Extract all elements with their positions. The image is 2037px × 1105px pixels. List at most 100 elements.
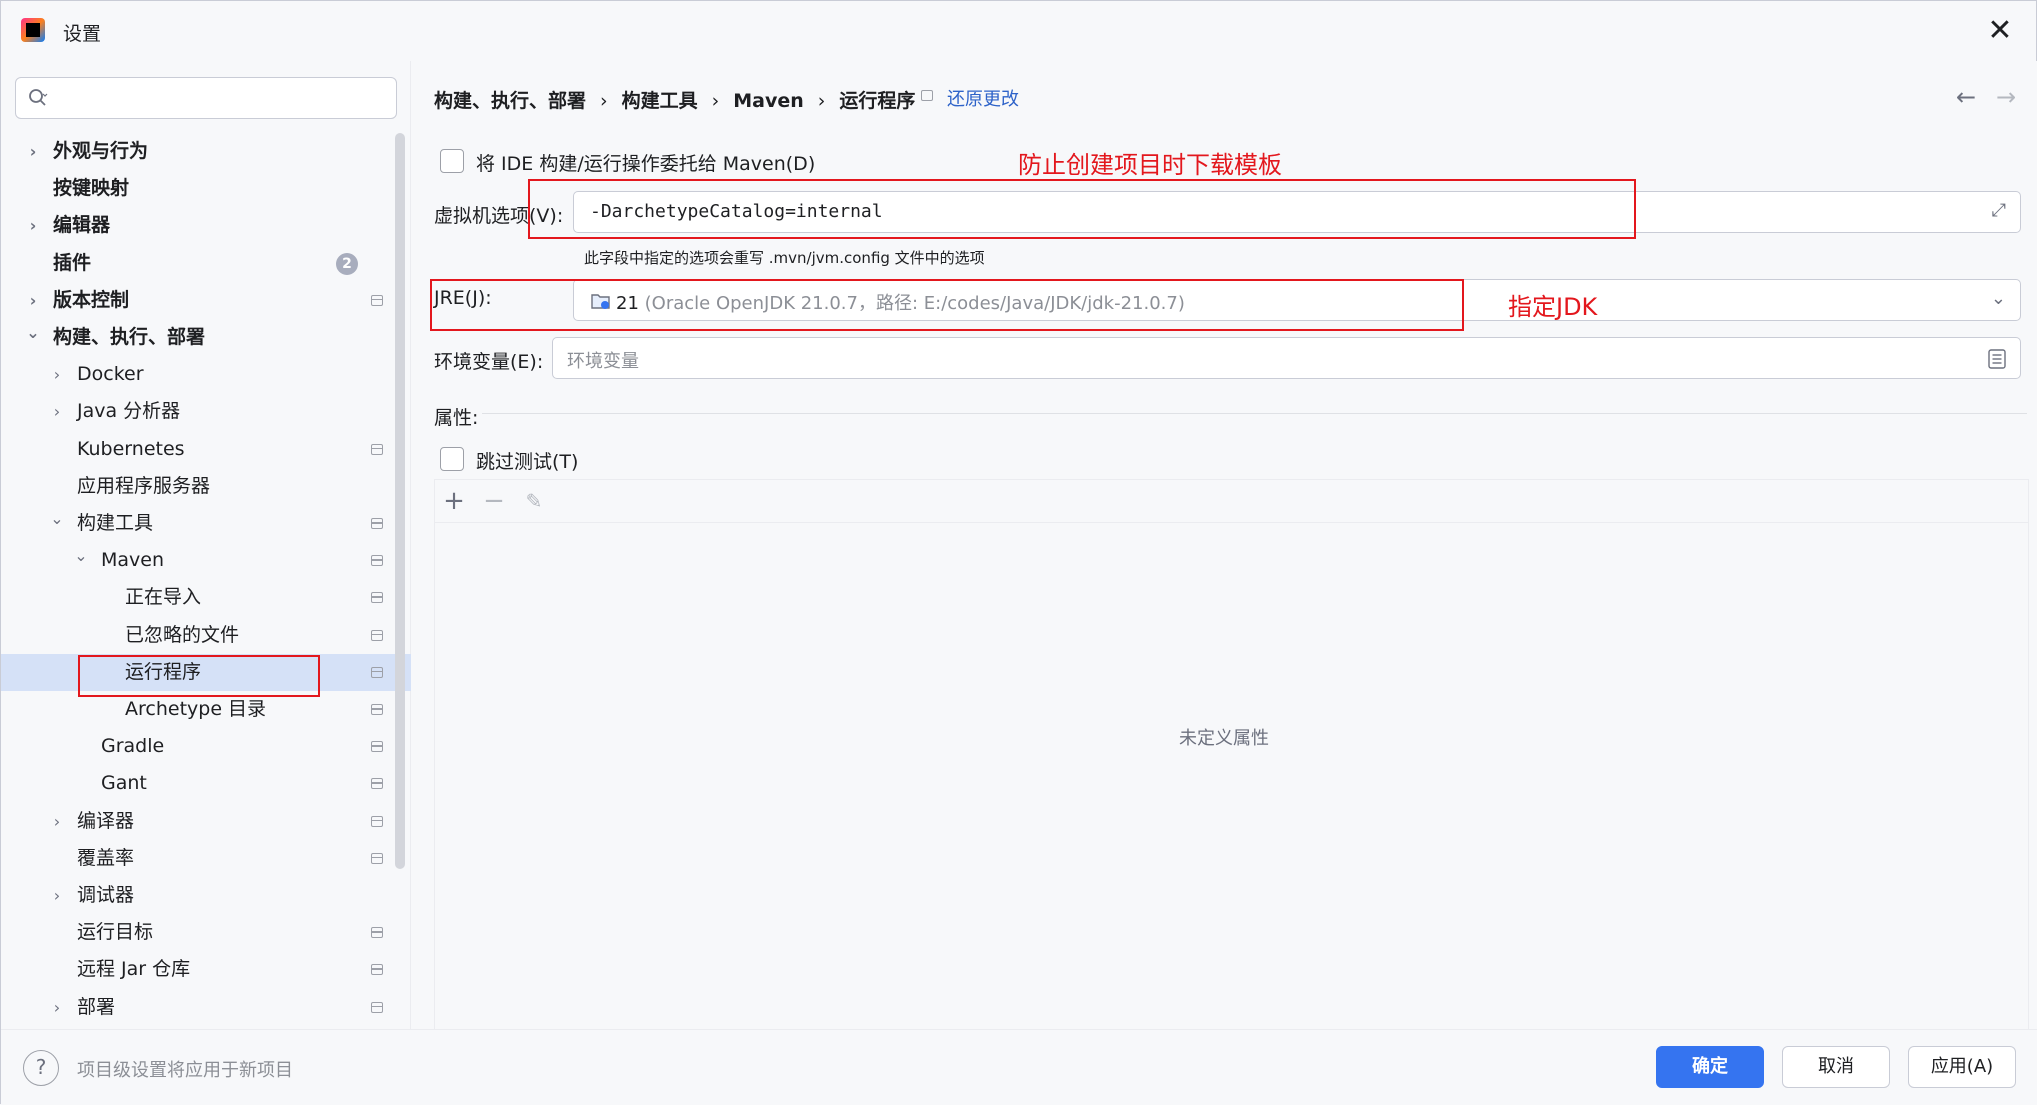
- sidebar-item[interactable]: › 版本控制: [1, 282, 397, 319]
- breadcrumb-item[interactable]: Maven: [733, 90, 804, 112]
- chevron-right-icon[interactable]: ›: [47, 989, 67, 1026]
- sidebar-item[interactable]: 应用程序服务器: [1, 468, 397, 505]
- sidebar-item[interactable]: › 编译器: [1, 803, 397, 840]
- help-icon[interactable]: ?: [23, 1050, 59, 1086]
- sidebar-item-label: Maven: [101, 549, 165, 572]
- sidebar-item[interactable]: 远程 Jar 仓库: [1, 951, 397, 988]
- dialog-footer: ? 项目级设置将应用于新项目 确定 取消 应用(A): [1, 1029, 2037, 1105]
- sidebar-item-label: Docker: [77, 363, 144, 386]
- vm-options-field[interactable]: -DarchetypeCatalog=internal ⤢: [573, 191, 2021, 233]
- sidebar-item[interactable]: ⌄ 构建工具: [1, 505, 397, 542]
- project-scope-icon: [371, 927, 383, 939]
- ok-button[interactable]: 确定: [1656, 1046, 1764, 1088]
- project-scope-icon: [371, 815, 383, 827]
- breadcrumb-item[interactable]: 构建、执行、部署: [434, 86, 586, 113]
- sidebar-item[interactable]: Gant: [1, 765, 397, 802]
- chevron-right-icon[interactable]: ›: [23, 282, 43, 319]
- sidebar-item[interactable]: 已忽略的文件: [1, 617, 397, 654]
- sidebar-scrollbar[interactable]: [395, 133, 405, 869]
- project-scope-icon: [921, 90, 933, 101]
- annotation-jre-note: 指定JDK: [1508, 293, 1598, 321]
- sidebar-item[interactable]: › 调试器: [1, 877, 397, 914]
- chevron-right-icon[interactable]: ›: [47, 877, 67, 914]
- chevron-right-icon[interactable]: ›: [47, 803, 67, 840]
- skip-tests-checkbox[interactable]: [440, 447, 464, 471]
- breadcrumb: 构建、执行、部署 › 构建工具 › Maven › 运行程序: [434, 86, 915, 113]
- sidebar-item[interactable]: Gradle: [1, 728, 397, 765]
- add-icon[interactable]: +: [439, 486, 469, 516]
- sidebar-item[interactable]: 覆盖率: [1, 840, 397, 877]
- sidebar-item-label: 调试器: [77, 884, 135, 906]
- breadcrumb-item[interactable]: 构建工具: [622, 86, 698, 113]
- apply-button[interactable]: 应用(A): [1908, 1046, 2016, 1088]
- remove-icon[interactable]: −: [479, 486, 509, 516]
- env-vars-label: 环境变量(E):: [434, 351, 544, 373]
- forward-arrow-icon[interactable]: →: [1996, 83, 2016, 111]
- annotation-vm-note: 防止创建项目时下载模板: [1018, 151, 1282, 179]
- sidebar-item[interactable]: › 外观与行为: [1, 133, 397, 170]
- back-arrow-icon[interactable]: ←: [1956, 83, 1976, 111]
- sidebar-item[interactable]: › Java 分析器: [1, 393, 397, 430]
- title-bar: 设置 ✕: [1, 1, 2036, 61]
- sidebar-item-label: 运行程序: [125, 660, 202, 683]
- sidebar-item-label: Java 分析器: [77, 400, 181, 423]
- project-scope-icon: [371, 555, 383, 567]
- sidebar-item[interactable]: 按键映射: [1, 170, 397, 207]
- env-vars-placeholder: 环境变量: [567, 351, 639, 372]
- sidebar-item[interactable]: Kubernetes: [1, 431, 397, 468]
- settings-window: 设置 ✕ › 外观与行为 按键映射 › 编辑器 插件 2 › 版本控制 ⌄ 构建、执行、部署 › Doc…: [0, 0, 2037, 1105]
- chevron-right-icon[interactable]: ›: [47, 356, 67, 393]
- properties-label: 属性:: [434, 407, 479, 429]
- delegate-to-maven-checkbox[interactable]: [440, 149, 464, 173]
- chevron-down-icon[interactable]: ⌄: [23, 319, 43, 356]
- cancel-button[interactable]: 取消: [1782, 1046, 1890, 1088]
- expand-icon[interactable]: ⤢: [1992, 200, 2006, 221]
- sidebar-item[interactable]: 运行程序: [1, 653, 411, 691]
- project-scope-icon: [371, 704, 383, 715]
- edit-icon[interactable]: ✎: [519, 486, 549, 516]
- breadcrumb-separator: ›: [817, 90, 826, 112]
- sidebar-item[interactable]: Archetype 目录: [1, 691, 397, 728]
- sidebar-item-label: 部署: [77, 995, 116, 1018]
- chevron-right-icon[interactable]: ›: [23, 207, 43, 244]
- settings-content: 构建、执行、部署 › 构建工具 › Maven › 运行程序 还原更改 ← → 将 IDE …: [412, 61, 2037, 1039]
- sidebar-item[interactable]: ⌄ Maven: [1, 542, 397, 579]
- plugin-update-badge: 2: [336, 252, 358, 275]
- window-title: 设置: [63, 23, 102, 45]
- sidebar-item[interactable]: › Docker: [1, 356, 397, 393]
- jre-dropdown[interactable]: 21 (Oracle OpenJDK 21.0.7，路径: E:/codes/J…: [573, 279, 2021, 321]
- properties-divider: [482, 413, 2027, 414]
- sidebar-item[interactable]: › 部署: [1, 989, 397, 1026]
- project-scope-icon: [371, 443, 383, 455]
- properties-table: 未定义属性: [434, 479, 2029, 1039]
- env-vars-field[interactable]: 环境变量: [552, 337, 2021, 379]
- settings-sidebar: › 外观与行为 按键映射 › 编辑器 插件 2 › 版本控制 ⌄ 构建、执行、部署 › Docker › J…: [1, 61, 411, 1029]
- vm-options-label: 虚拟机选项(V):: [434, 205, 564, 227]
- sidebar-item[interactable]: 运行目标: [1, 914, 397, 951]
- project-scope-icon: [371, 629, 383, 641]
- chevron-down-icon[interactable]: ⌄: [71, 542, 91, 579]
- sidebar-item[interactable]: ⌄ 构建、执行、部署: [1, 319, 397, 356]
- project-scope-icon: [371, 1001, 383, 1013]
- sidebar-item-label: 编辑器: [53, 214, 111, 237]
- breadcrumb-separator: ›: [711, 90, 720, 112]
- chevron-down-icon[interactable]: ⌄: [1991, 288, 2006, 309]
- breadcrumb-separator: ›: [600, 90, 608, 112]
- sidebar-item-label: 正在导入: [125, 586, 202, 609]
- sidebar-item-label: 版本控制: [53, 288, 130, 311]
- sidebar-item-label: Gant: [101, 772, 147, 795]
- sidebar-item[interactable]: 插件 2: [1, 245, 397, 282]
- properties-empty-text: 未定义属性: [1179, 728, 1269, 749]
- search-input[interactable]: [15, 77, 397, 119]
- sidebar-item[interactable]: › 编辑器: [1, 207, 397, 244]
- close-icon[interactable]: ✕: [1982, 13, 2018, 49]
- sidebar-item-label: 构建、执行、部署: [53, 326, 206, 348]
- chevron-down-icon[interactable]: ⌄: [47, 505, 67, 542]
- sidebar-item-label: 运行目标: [77, 921, 154, 944]
- reset-changes-link[interactable]: 还原更改: [947, 85, 1019, 111]
- breadcrumb-item[interactable]: 运行程序: [839, 86, 915, 113]
- chevron-right-icon[interactable]: ›: [47, 393, 67, 430]
- chevron-right-icon[interactable]: ›: [23, 133, 43, 170]
- sidebar-item[interactable]: 正在导入: [1, 579, 397, 616]
- list-icon[interactable]: [1988, 349, 2006, 369]
